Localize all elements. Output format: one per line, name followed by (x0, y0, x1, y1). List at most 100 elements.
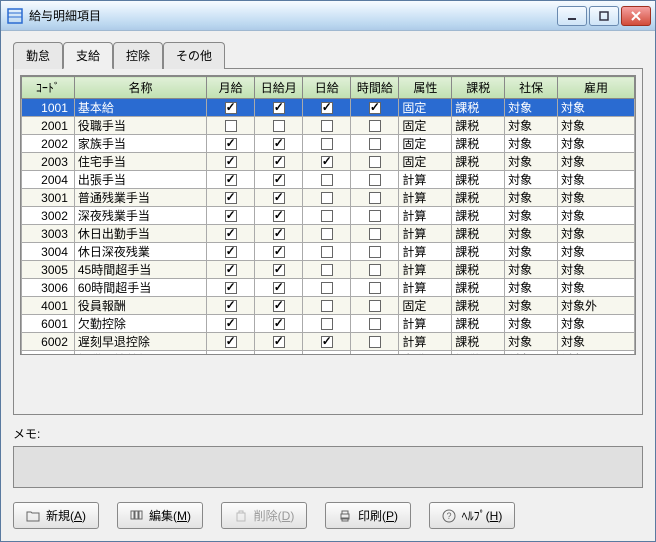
checkbox-cell[interactable] (207, 99, 255, 117)
col-dailymonthly[interactable]: 日給月 (255, 77, 303, 99)
tab-payment[interactable]: 支給 (63, 42, 113, 69)
checkbox-cell[interactable] (351, 171, 399, 189)
checkbox-cell[interactable] (207, 351, 255, 355)
checkbox-cell[interactable] (351, 315, 399, 333)
checkbox-cell[interactable] (255, 189, 303, 207)
checkbox-cell[interactable] (255, 171, 303, 189)
table-row[interactable]: 2002家族手当固定課税対象対象 (22, 135, 635, 153)
table-row[interactable]: 3003休日出勤手当計算課税対象対象 (22, 225, 635, 243)
checkbox-cell[interactable] (303, 279, 351, 297)
col-hourly[interactable]: 時間給 (351, 77, 399, 99)
table-row[interactable]: 3004休日深夜残業計算課税対象対象 (22, 243, 635, 261)
checkbox-cell[interactable] (207, 153, 255, 171)
checkbox-cell[interactable] (351, 333, 399, 351)
checkbox-cell[interactable] (303, 153, 351, 171)
checkbox-cell[interactable] (255, 297, 303, 315)
checkbox-cell[interactable] (351, 99, 399, 117)
table-row[interactable]: 3001普通残業手当計算課税対象対象 (22, 189, 635, 207)
col-attr[interactable]: 属性 (399, 77, 452, 99)
checkbox-cell[interactable] (207, 333, 255, 351)
checkbox-cell[interactable] (351, 225, 399, 243)
col-monthly[interactable]: 月給 (207, 77, 255, 99)
checkbox-cell[interactable] (207, 189, 255, 207)
checkbox-cell[interactable] (303, 117, 351, 135)
table-row[interactable]: 7001課税昇給差額変動課税対象対象 (22, 351, 635, 355)
table-row[interactable]: 6002遅刻早退控除計算課税対象対象 (22, 333, 635, 351)
checkbox-cell[interactable] (351, 189, 399, 207)
table-row[interactable]: 1001基本給固定課税対象対象 (22, 99, 635, 117)
checkbox-cell[interactable] (207, 243, 255, 261)
checkbox-cell[interactable] (351, 297, 399, 315)
checkbox-cell[interactable] (255, 333, 303, 351)
minimize-button[interactable] (557, 6, 587, 26)
checkbox-cell[interactable] (255, 153, 303, 171)
checkbox-cell[interactable] (351, 153, 399, 171)
checkbox-cell[interactable] (207, 225, 255, 243)
checkbox-cell[interactable] (303, 297, 351, 315)
checkbox-cell[interactable] (303, 333, 351, 351)
col-employment[interactable]: 雇用 (558, 77, 635, 99)
memo-textarea[interactable] (13, 446, 643, 488)
edit-button[interactable]: 編集(M) (117, 502, 203, 529)
new-button[interactable]: 新規(A) (13, 502, 99, 529)
checkbox-cell[interactable] (207, 261, 255, 279)
checkbox-cell[interactable] (351, 243, 399, 261)
col-social[interactable]: 社保 (505, 77, 558, 99)
maximize-button[interactable] (589, 6, 619, 26)
checkbox-cell[interactable] (303, 225, 351, 243)
checkbox-cell[interactable] (351, 351, 399, 355)
checkbox-cell[interactable] (351, 207, 399, 225)
checkbox-cell[interactable] (207, 117, 255, 135)
col-daily[interactable]: 日給 (303, 77, 351, 99)
checkbox-cell[interactable] (255, 99, 303, 117)
checkbox-cell[interactable] (351, 117, 399, 135)
table-row[interactable]: 4001役員報酬固定課税対象対象外 (22, 297, 635, 315)
checkbox-cell[interactable] (303, 243, 351, 261)
print-button[interactable]: 印刷(P) (325, 502, 411, 529)
checkbox-cell[interactable] (207, 207, 255, 225)
help-button[interactable]: ? ﾍﾙﾌﾟ(H) (429, 502, 515, 529)
checkbox-cell[interactable] (255, 315, 303, 333)
checkbox-cell[interactable] (207, 315, 255, 333)
checkbox-cell[interactable] (303, 99, 351, 117)
table-row[interactable]: 300660時間超手当計算課税対象対象 (22, 279, 635, 297)
tab-attendance[interactable]: 勤怠 (13, 42, 63, 69)
checkbox-cell[interactable] (255, 351, 303, 355)
checkbox-cell[interactable] (255, 279, 303, 297)
checkbox-cell[interactable] (351, 135, 399, 153)
checkbox-cell[interactable] (303, 189, 351, 207)
checkbox-cell[interactable] (303, 171, 351, 189)
table-row[interactable]: 300545時間超手当計算課税対象対象 (22, 261, 635, 279)
checkbox-cell[interactable] (207, 279, 255, 297)
checkbox-cell[interactable] (303, 351, 351, 355)
checkbox-cell[interactable] (255, 135, 303, 153)
checkbox-cell[interactable] (255, 261, 303, 279)
grid-scroll[interactable]: ｺｰﾄﾞ 名称 月給 日給月 日給 時間給 属性 課税 社保 雇用 (21, 76, 635, 354)
tab-deduction[interactable]: 控除 (113, 42, 163, 69)
col-code[interactable]: ｺｰﾄﾞ (22, 77, 75, 99)
checkbox-cell[interactable] (207, 135, 255, 153)
checkbox-cell[interactable] (351, 279, 399, 297)
col-name[interactable]: 名称 (74, 77, 206, 99)
checkbox-cell[interactable] (351, 261, 399, 279)
checkbox-icon (273, 156, 285, 168)
checkbox-cell[interactable] (255, 243, 303, 261)
checkbox-cell[interactable] (303, 261, 351, 279)
delete-button[interactable]: 削除(D) (221, 502, 307, 529)
checkbox-cell[interactable] (207, 297, 255, 315)
checkbox-cell[interactable] (255, 207, 303, 225)
table-row[interactable]: 2004出張手当計算課税対象対象 (22, 171, 635, 189)
checkbox-cell[interactable] (303, 135, 351, 153)
table-row[interactable]: 3002深夜残業手当計算課税対象対象 (22, 207, 635, 225)
checkbox-cell[interactable] (303, 315, 351, 333)
checkbox-cell[interactable] (207, 171, 255, 189)
table-row[interactable]: 6001欠勤控除計算課税対象対象 (22, 315, 635, 333)
close-button[interactable] (621, 6, 651, 26)
table-row[interactable]: 2001役職手当固定課税対象対象 (22, 117, 635, 135)
table-row[interactable]: 2003住宅手当固定課税対象対象 (22, 153, 635, 171)
col-tax[interactable]: 課税 (452, 77, 505, 99)
checkbox-cell[interactable] (255, 117, 303, 135)
checkbox-cell[interactable] (303, 207, 351, 225)
tab-other[interactable]: その他 (163, 42, 225, 69)
checkbox-cell[interactable] (255, 225, 303, 243)
